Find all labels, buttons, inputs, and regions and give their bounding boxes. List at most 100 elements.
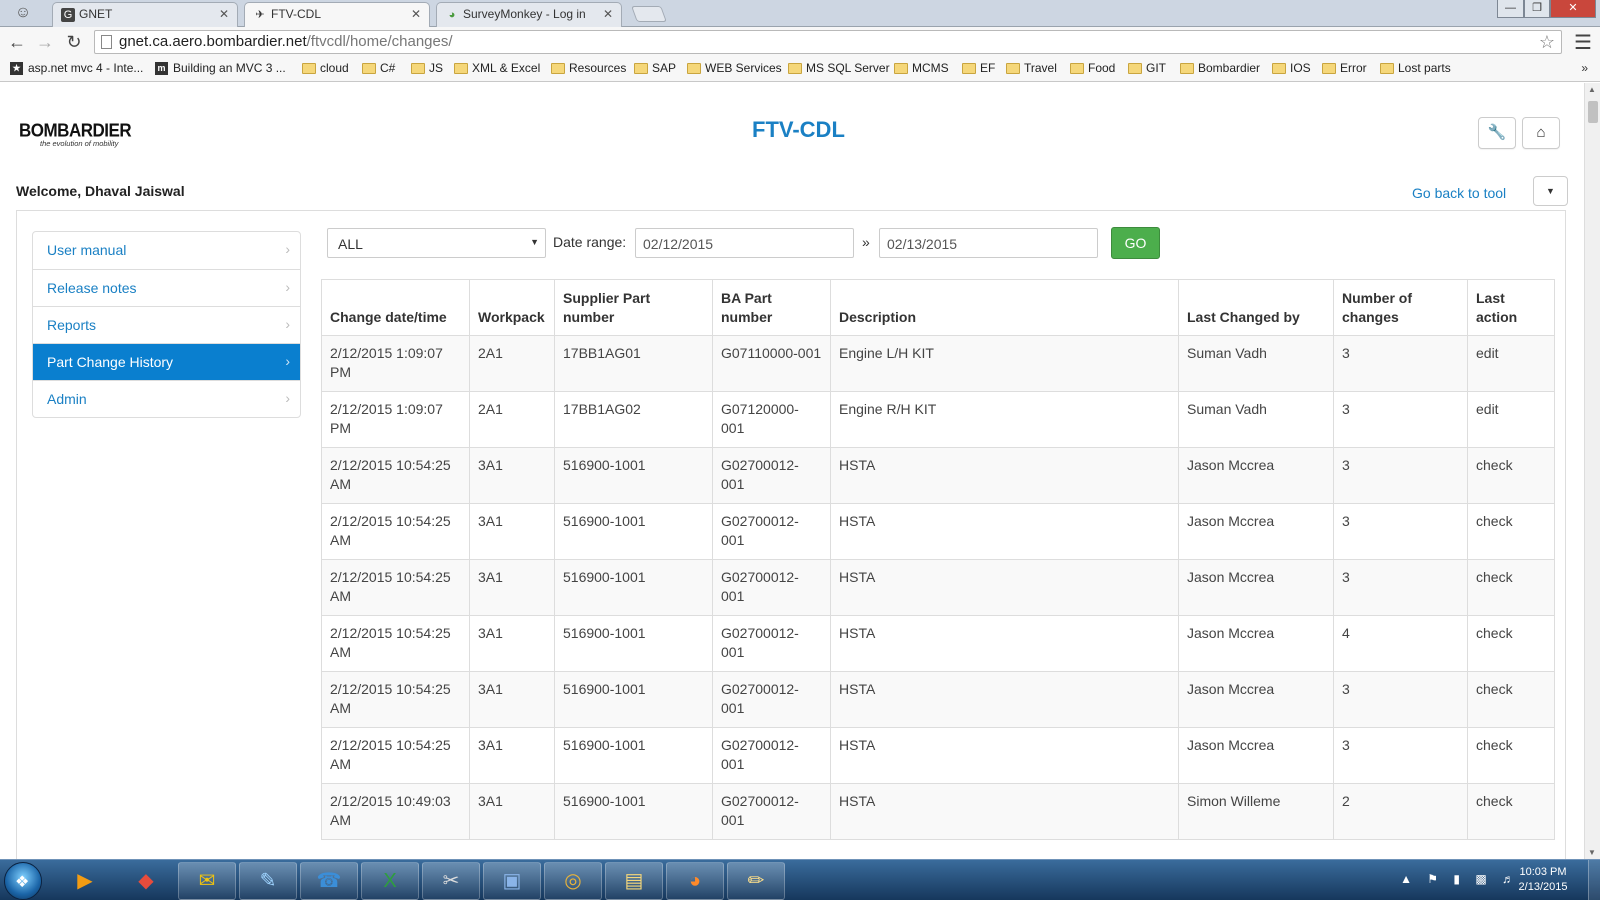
bookmark-label: IOS (1290, 61, 1311, 75)
taskbar-clock[interactable]: 10:03 PM 2/13/2015 (1508, 865, 1578, 895)
address-bar[interactable]: gnet.ca.aero.bombardier.net/ftvcdl/home/… (94, 30, 1562, 54)
table-row[interactable]: 2/12/2015 1:09:07 PM 2A1 17BB1AG02 G0712000… (321, 391, 1555, 448)
outlook-icon[interactable]: ✉ (178, 862, 236, 900)
sidebar-item-part-change-history[interactable]: Part Change History › (33, 343, 300, 380)
bookmark-star-icon[interactable]: ☆ (1539, 31, 1555, 53)
workpack-select[interactable]: ALL ▼ (327, 228, 546, 258)
date-to-input[interactable]: 02/13/2015 (879, 228, 1098, 258)
table-cell: edit (1467, 335, 1555, 392)
wrench-icon[interactable]: 🔧 (1478, 117, 1516, 149)
bookmark-building-an-mvc-3[interactable]: m Building an MVC 3 ... (155, 61, 286, 75)
media-player-icon[interactable]: ▶ (56, 862, 114, 900)
table-cell: 3 (1333, 335, 1468, 392)
show-desktop-button[interactable] (1588, 860, 1600, 900)
gnet-icon: G (61, 8, 75, 22)
column-header[interactable]: Workpack (469, 279, 555, 336)
bookmark-js[interactable]: JS (411, 61, 443, 75)
table-row[interactable]: 2/12/2015 10:49:03 AM 3A1 516900-1001 G0270… (321, 783, 1555, 840)
table-row[interactable]: 2/12/2015 1:09:07 PM 2A1 17BB1AG01 G0711000… (321, 335, 1555, 392)
table-row[interactable]: 2/12/2015 10:54:25 AM 3A1 516900-1001 G0270… (321, 671, 1555, 728)
go-button[interactable]: GO (1111, 227, 1160, 259)
bookmarks-overflow-button[interactable]: » (1581, 61, 1588, 75)
table-cell: check (1467, 615, 1555, 672)
bookmark-resources[interactable]: Resources (551, 61, 626, 75)
table-cell: 2A1 (469, 335, 555, 392)
folder-icon (362, 63, 376, 74)
bookmark-git[interactable]: GIT (1128, 61, 1166, 75)
close-icon[interactable]: ✕ (603, 7, 613, 21)
scroll-down-icon[interactable]: ▼ (1588, 848, 1596, 857)
table-cell: check (1467, 783, 1555, 840)
caret-down-icon[interactable]: ▼ (1533, 176, 1568, 206)
go-back-link[interactable]: Go back to tool (1412, 185, 1506, 201)
system-tray[interactable]: ▲ ⚑ ▮ ▩ ♬ (1400, 872, 1520, 886)
column-header[interactable]: Last Changed by (1178, 279, 1334, 336)
table-row[interactable]: 2/12/2015 10:54:25 AM 3A1 516900-1001 G0270… (321, 447, 1555, 504)
close-icon[interactable]: ✕ (219, 7, 229, 21)
maximize-button[interactable]: ❐ (1524, 0, 1550, 18)
column-header[interactable]: Last action (1467, 279, 1555, 336)
chrome-icon[interactable]: ◎ (544, 862, 602, 900)
git-icon[interactable]: ◆ (117, 862, 175, 900)
sidebar-item-reports[interactable]: Reports › (33, 306, 300, 343)
bookmark-food[interactable]: Food (1070, 61, 1115, 75)
home-icon[interactable]: ⌂ (1522, 117, 1560, 149)
bookmark-mcms[interactable]: MCMS (894, 61, 949, 75)
bookmark-xml-excel[interactable]: XML & Excel (454, 61, 540, 75)
bookmark-asp-net-mvc-4-inte[interactable]: ★ asp.net mvc 4 - Inte... (10, 61, 143, 75)
back-arrow-icon[interactable]: ← (6, 31, 28, 53)
column-header[interactable]: Description (830, 279, 1179, 336)
reload-icon[interactable]: ↻ (63, 31, 85, 53)
folder-icon (634, 63, 648, 74)
explorer-icon[interactable]: ▤ (605, 862, 663, 900)
bookmark-c[interactable]: C# (362, 61, 395, 75)
sidebar-item-label: Release notes (47, 280, 137, 296)
table-row[interactable]: 2/12/2015 10:54:25 AM 3A1 516900-1001 G0270… (321, 503, 1555, 560)
bookmark-bombardier[interactable]: Bombardier (1180, 61, 1260, 75)
page-scrollbar[interactable]: ▲ ▼ (1584, 83, 1600, 859)
bookmark-error[interactable]: Error (1322, 61, 1367, 75)
column-header[interactable]: Supplier Part number (554, 279, 713, 336)
clock-time: 10:03 PM (1519, 866, 1567, 878)
scrollbar-thumb[interactable] (1588, 101, 1598, 123)
lync-icon[interactable]: ☎ (300, 862, 358, 900)
bookmark-ef[interactable]: EF (962, 61, 995, 75)
bookmark-cloud[interactable]: cloud (302, 61, 349, 75)
table-row[interactable]: 2/12/2015 10:54:25 AM 3A1 516900-1001 G0270… (321, 559, 1555, 616)
tab-gnet[interactable]: G GNET ✕ (52, 2, 238, 27)
bookmark-ms-sql-server[interactable]: MS SQL Server (788, 61, 890, 75)
tab-surveymonkey[interactable]: ◕ SurveyMonkey - Log in ✕ (436, 2, 622, 27)
sidebar-item-release-notes[interactable]: Release notes › (33, 269, 300, 306)
table-row[interactable]: 2/12/2015 10:54:25 AM 3A1 516900-1001 G0270… (321, 615, 1555, 672)
table-cell: Jason Mccrea (1178, 615, 1334, 672)
bookmark-lost-parts[interactable]: Lost parts (1380, 61, 1451, 75)
chrome-menu-icon[interactable]: ☰ (1574, 30, 1592, 55)
paint-icon[interactable]: ✏ (727, 862, 785, 900)
close-window-button[interactable]: ✕ (1550, 0, 1596, 18)
column-header[interactable]: BA Part number (712, 279, 831, 336)
incognito-profile-icon[interactable]: ☺ (6, 2, 40, 24)
excel-icon[interactable]: X (361, 862, 419, 900)
tab-ftv-cdl[interactable]: ✈ FTV-CDL ✕ (244, 2, 430, 28)
sidebar-item-user-manual[interactable]: User manual › (33, 232, 300, 269)
table-row[interactable]: 2/12/2015 10:54:25 AM 3A1 516900-1001 G0270… (321, 727, 1555, 784)
date-from-input[interactable]: 02/12/2015 (635, 228, 854, 258)
close-icon[interactable]: ✕ (411, 7, 421, 21)
firefox-icon[interactable]: ◕ (666, 862, 724, 900)
bookmark-web-services[interactable]: WEB Services (687, 61, 782, 75)
minimize-button[interactable]: — (1497, 0, 1524, 18)
bookmark-sap[interactable]: SAP (634, 61, 676, 75)
sidebar-item-admin[interactable]: Admin › (33, 380, 300, 417)
snipping-tool-icon[interactable]: ✂ (422, 862, 480, 900)
scroll-up-icon[interactable]: ▲ (1588, 85, 1596, 94)
bookmark-travel[interactable]: Travel (1006, 61, 1057, 75)
forward-arrow-icon[interactable]: → (34, 31, 56, 53)
notepad-icon[interactable]: ✎ (239, 862, 297, 900)
start-button[interactable]: ❖ (4, 862, 42, 900)
column-header[interactable]: Number of changes (1333, 279, 1468, 336)
new-tab-button[interactable] (631, 6, 667, 22)
column-header[interactable]: Change date/time (321, 279, 470, 336)
folder-icon (411, 63, 425, 74)
remote-desktop-icon[interactable]: ▣ (483, 862, 541, 900)
bookmark-ios[interactable]: IOS (1272, 61, 1311, 75)
